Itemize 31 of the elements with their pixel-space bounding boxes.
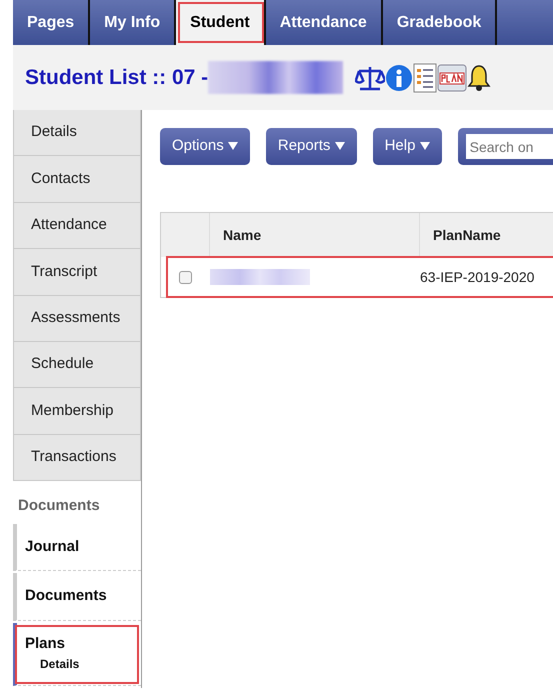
sidebar-item[interactable]: Transcript — [13, 249, 141, 296]
sidebar-item-label: Plans — [25, 634, 66, 654]
dropdown-button[interactable]: Help — [372, 128, 442, 165]
page-title: Student List :: 07 - — [25, 64, 208, 91]
scales-icon[interactable] — [355, 64, 386, 90]
sidebar-item[interactable]: Transactions — [13, 434, 141, 482]
table-cell-text: 63-IEP-2019-2020 — [420, 268, 534, 286]
checkbox[interactable] — [179, 270, 192, 284]
sidebar-item[interactable]: Membership — [13, 388, 141, 435]
nav-tab[interactable]: Student — [176, 0, 266, 45]
section-heading: Documents — [17, 496, 101, 516]
document-icon[interactable] — [413, 62, 438, 92]
dropdown-button[interactable]: Reports — [266, 128, 357, 165]
sidebar-item[interactable]: Schedule — [13, 342, 141, 388]
sidebar-item[interactable]: Plans Details — [13, 622, 141, 686]
bell-icon[interactable] — [467, 64, 492, 92]
plan-icon[interactable] — [437, 64, 468, 92]
info-icon[interactable] — [385, 64, 414, 92]
sidebar-item[interactable]: Details — [13, 110, 141, 156]
caret-icon — [420, 142, 430, 150]
sub-item-link[interactable]: Details — [25, 655, 141, 674]
sidebar-item[interactable]: Contacts — [13, 156, 141, 203]
caret-icon — [228, 142, 238, 150]
caret-icon — [334, 142, 345, 150]
sidebar-item[interactable]: Journal — [13, 524, 141, 572]
sidebar-item[interactable]: Documents — [13, 573, 141, 621]
table-row[interactable]: 63-IEP-2019-2020 — [167, 257, 553, 297]
dropdown-button[interactable]: Options — [160, 128, 250, 165]
search-field[interactable]: Search on — [458, 128, 553, 165]
sidebar-item[interactable]: Assessments — [13, 296, 141, 342]
sidebar-item[interactable]: Attendance — [13, 202, 141, 250]
